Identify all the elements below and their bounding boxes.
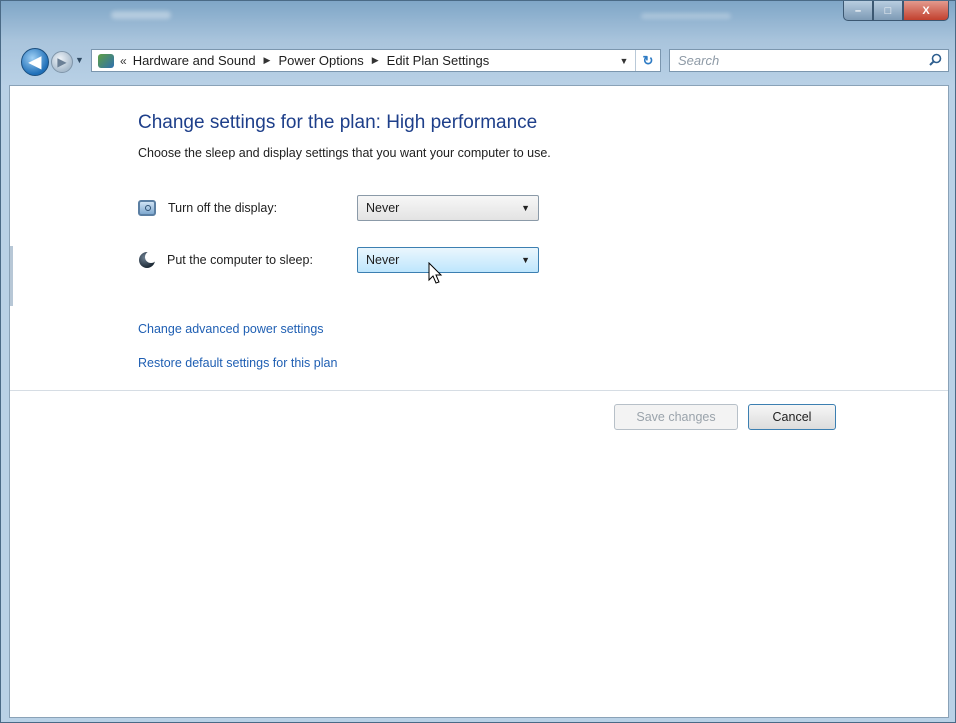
mouse-cursor-icon bbox=[428, 262, 443, 284]
chevron-down-icon: ▼ bbox=[521, 203, 530, 213]
title-decoration bbox=[111, 11, 171, 19]
display-icon bbox=[138, 200, 156, 216]
save-changes-button[interactable]: Save changes bbox=[614, 404, 738, 430]
sleep-timeout-dropdown[interactable]: Never ▼ bbox=[357, 247, 539, 273]
forward-button[interactable]: ▶ bbox=[51, 51, 73, 73]
page-title: Change settings for the plan: High perfo… bbox=[138, 112, 538, 133]
title-decoration-right bbox=[641, 13, 731, 19]
sleep-setting-label: Put the computer to sleep: bbox=[167, 253, 313, 267]
display-timeout-dropdown[interactable]: Never ▼ bbox=[357, 195, 539, 221]
refresh-button[interactable]: ↻ bbox=[635, 50, 660, 71]
chevron-down-icon: ▼ bbox=[521, 255, 530, 265]
control-panel-icon bbox=[98, 53, 114, 68]
caption-buttons: – □ X bbox=[843, 1, 949, 21]
pane-edge bbox=[10, 246, 13, 306]
address-dropdown-icon[interactable]: ▼ bbox=[613, 56, 635, 66]
sleep-setting-row: Put the computer to sleep: bbox=[138, 246, 313, 274]
search-box[interactable] bbox=[669, 49, 949, 72]
search-input[interactable] bbox=[678, 53, 898, 68]
breadcrumb-arrow-icon[interactable]: ▶ bbox=[372, 55, 379, 66]
page-subtitle: Choose the sleep and display settings th… bbox=[138, 146, 551, 160]
navigation-bar: ◀ ▶ ▼ « Hardware and Sound ▶ Power Optio… bbox=[1, 41, 955, 85]
breadcrumb-arrow-icon[interactable]: ▶ bbox=[264, 55, 271, 66]
close-button[interactable]: X bbox=[903, 1, 949, 21]
address-bar[interactable]: « Hardware and Sound ▶ Power Options ▶ E… bbox=[91, 49, 661, 72]
title-bar[interactable]: – □ X bbox=[1, 1, 955, 41]
breadcrumb-hardware-and-sound[interactable]: Hardware and Sound bbox=[133, 53, 256, 68]
explorer-window: – □ X ◀ ▶ ▼ « Hardware and Sound ▶ Power… bbox=[0, 0, 956, 723]
breadcrumb-power-options[interactable]: Power Options bbox=[278, 53, 363, 68]
display-timeout-value: Never bbox=[366, 201, 400, 215]
back-button[interactable]: ◀ bbox=[21, 48, 49, 76]
content-pane: Change settings for the plan: High perfo… bbox=[9, 85, 949, 718]
advanced-power-settings-link[interactable]: Change advanced power settings bbox=[138, 322, 324, 336]
cancel-button[interactable]: Cancel bbox=[748, 404, 836, 430]
search-icon[interactable] bbox=[929, 53, 942, 69]
minimize-button[interactable]: – bbox=[843, 1, 873, 21]
breadcrumb-edit-plan-settings[interactable]: Edit Plan Settings bbox=[387, 53, 490, 68]
display-setting-label: Turn off the display: bbox=[168, 201, 278, 215]
sleep-moon-icon bbox=[139, 251, 157, 268]
restore-defaults-link[interactable]: Restore default settings for this plan bbox=[138, 356, 337, 370]
overflow-chevron-icon[interactable]: « bbox=[120, 54, 127, 68]
sleep-timeout-value: Never bbox=[366, 253, 400, 267]
maximize-button[interactable]: □ bbox=[873, 1, 903, 21]
display-setting-row: Turn off the display: bbox=[138, 194, 277, 222]
divider bbox=[10, 390, 948, 391]
recent-pages-dropdown[interactable]: ▼ bbox=[75, 55, 84, 65]
